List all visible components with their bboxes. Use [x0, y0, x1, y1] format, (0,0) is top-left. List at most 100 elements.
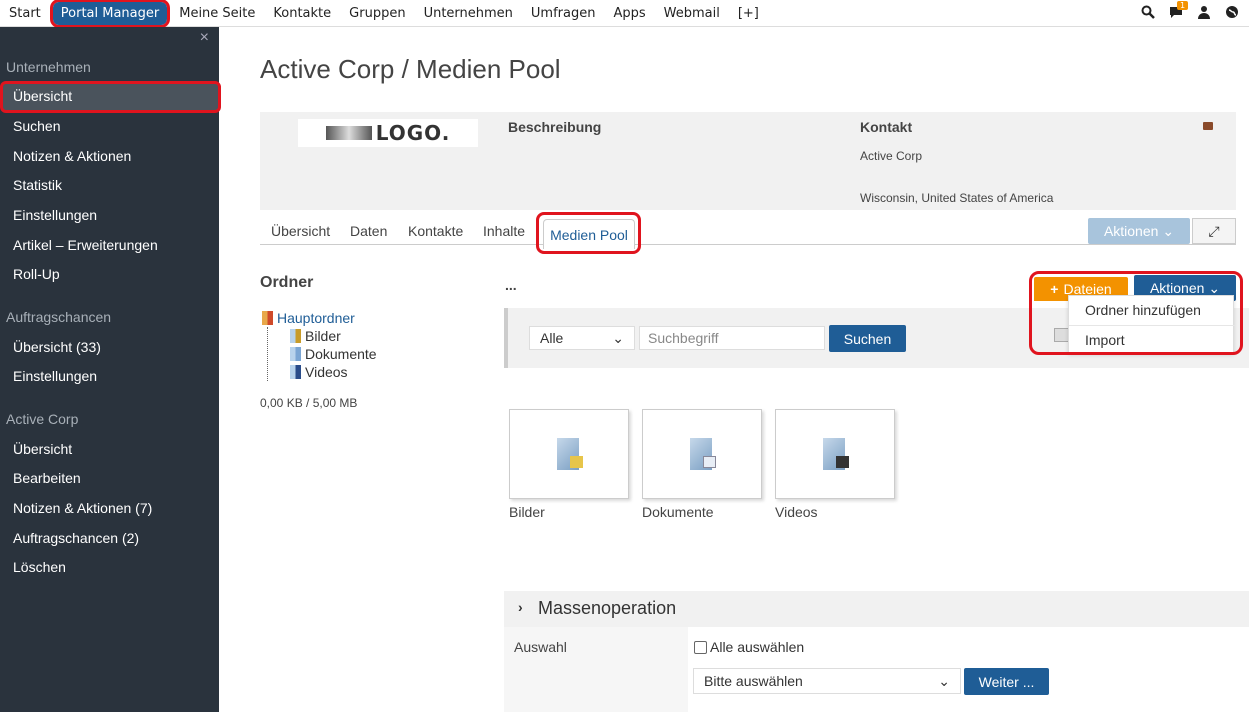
sidebar-item-loeschen[interactable]: Löschen: [13, 559, 66, 575]
select-all-row[interactable]: Alle auswählen: [694, 639, 804, 655]
sidebar: × Unternehmen Übersicht Suchen Notizen &…: [0, 27, 221, 712]
sidebar-item-rollup[interactable]: Roll-Up: [13, 266, 60, 282]
top-icons: 1: [1141, 1, 1239, 19]
nav-gruppen[interactable]: Gruppen: [340, 6, 414, 21]
tree-item-videos-label: Videos: [305, 364, 348, 380]
chevron-down-icon: ⌄: [612, 330, 624, 346]
tab-medien-pool[interactable]: Medien Pool: [543, 219, 635, 249]
tree-root[interactable]: Hauptordner: [262, 309, 377, 327]
aktionen-button-disabled[interactable]: Aktionen ⌄: [1088, 218, 1190, 244]
globe-icon[interactable]: [1225, 5, 1239, 19]
bulk-action-select-value: Bitte auswählen: [704, 673, 803, 689]
tab-inhalte[interactable]: Inhalte: [483, 223, 525, 239]
beschreibung-label: Beschreibung: [508, 119, 602, 135]
tree-item-videos[interactable]: Videos: [290, 363, 377, 381]
sidebar-item-auftrag-uebersicht[interactable]: Übersicht (33): [13, 339, 101, 355]
image-overlay-icon: [570, 456, 583, 468]
tree-item-dokumente-label: Dokumente: [305, 346, 377, 362]
nav-kontakte[interactable]: Kontakte: [264, 6, 340, 21]
nav-start[interactable]: Start: [0, 6, 50, 21]
auswahl-label: Auswahl: [514, 639, 567, 655]
folder-tree: Hauptordner Bilder Dokumente Videos: [262, 309, 377, 381]
sidebar-heading-auftragschancen: Auftragschancen: [6, 309, 112, 325]
folder-videos-icon: [290, 365, 301, 379]
close-icon[interactable]: ×: [200, 29, 209, 47]
filter-select[interactable]: Alle ⌄: [529, 326, 635, 350]
top-navigation: Start Portal Manager Meine Seite Kontakt…: [0, 0, 1249, 28]
page-title: Active Corp / Medien Pool: [260, 54, 561, 84]
sidebar-item-corp-notizen[interactable]: Notizen & Aktionen (7): [13, 500, 152, 516]
sidebar-heading-unternehmen: Unternehmen: [6, 59, 91, 75]
chevron-down-icon: ⌄: [1162, 222, 1175, 239]
filter-select-value: Alle: [540, 330, 564, 346]
nav-webmail[interactable]: Webmail: [655, 6, 729, 21]
search-input[interactable]: Suchbegriff: [639, 326, 825, 350]
ordner-heading: Ordner: [260, 274, 314, 291]
select-all-label: Alle auswählen: [710, 639, 805, 655]
nav-apps[interactable]: Apps: [604, 6, 654, 21]
search-button[interactable]: Suchen: [829, 325, 906, 352]
tree-children: Bilder Dokumente Videos: [267, 327, 377, 381]
chevron-down-icon: ⌄: [938, 673, 950, 689]
folder-root-icon: [262, 311, 273, 325]
tab-uebersicht[interactable]: Übersicht: [271, 223, 330, 239]
sidebar-item-einstellungen[interactable]: Einstellungen: [13, 207, 97, 223]
sidebar-heading-active-corp: Active Corp: [6, 411, 79, 427]
tab-medien-pool-highlight: Medien Pool: [536, 212, 641, 254]
card-label-bilder: Bilder: [509, 504, 545, 520]
select-all-checkbox[interactable]: [694, 640, 707, 654]
bulk-action-select[interactable]: Bitte auswählen ⌄: [693, 668, 961, 694]
tree-root-link[interactable]: Hauptordner: [277, 310, 355, 326]
notification-badge: 1: [1177, 1, 1189, 10]
tree-item-dokumente[interactable]: Dokumente: [290, 345, 377, 363]
nav-meine-seite[interactable]: Meine Seite: [170, 6, 264, 21]
folder-card-bilder[interactable]: [509, 409, 629, 499]
card-label-videos: Videos: [775, 504, 818, 520]
company-info-box: LOGO. Beschreibung Kontakt Active Corp W…: [260, 112, 1236, 210]
folder-card-dokumente[interactable]: [642, 409, 762, 499]
tree-item-bilder[interactable]: Bilder: [290, 327, 377, 345]
tab-daten[interactable]: Daten: [350, 223, 387, 239]
sidebar-item-auftrag-einstellungen[interactable]: Einstellungen: [13, 368, 97, 384]
search-icon[interactable]: [1141, 5, 1155, 19]
sidebar-item-bearbeiten[interactable]: Bearbeiten: [13, 470, 81, 486]
weiter-button[interactable]: Weiter ...: [964, 668, 1049, 695]
sidebar-item-notizen[interactable]: Notizen & Aktionen: [13, 148, 131, 164]
sidebar-item-uebersicht[interactable]: Übersicht: [13, 88, 72, 104]
massenoperation-title: Massenoperation: [538, 598, 677, 618]
expand-icon[interactable]: ⤢: [1192, 218, 1236, 244]
top-nav-items: Start Portal Manager Meine Seite Kontakt…: [0, 0, 768, 28]
nav-portal-manager[interactable]: Portal Manager: [49, 0, 171, 28]
kontakt-location: Wisconsin, United States of America: [860, 191, 1054, 205]
kontakt-name: Active Corp: [860, 149, 923, 163]
auswahl-cell: Auswahl: [504, 627, 688, 712]
folder-documents-icon: [290, 347, 301, 361]
folder-card-videos[interactable]: [775, 409, 895, 499]
tab-kontakte[interactable]: Kontakte: [408, 223, 463, 239]
massenoperation-header[interactable]: › Massenoperation: [504, 591, 1249, 627]
chevron-right-icon: ›: [518, 599, 523, 615]
breadcrumb-dots: ...: [505, 277, 517, 293]
sidebar-item-suchen[interactable]: Suchen: [13, 118, 60, 134]
video-overlay-icon: [836, 456, 849, 468]
aktionen-disabled-label: Aktionen: [1103, 223, 1159, 239]
nav-unternehmen[interactable]: Unternehmen: [415, 6, 522, 21]
company-logo: LOGO.: [298, 119, 478, 147]
tree-item-bilder-label: Bilder: [305, 328, 341, 344]
folder-images-icon: [290, 329, 301, 343]
chat-icon[interactable]: 1: [1169, 1, 1189, 19]
briefcase-icon[interactable]: [1203, 122, 1213, 130]
nav-umfragen[interactable]: Umfragen: [522, 6, 605, 21]
sidebar-item-statistik[interactable]: Statistik: [13, 177, 62, 193]
main-content: Active Corp / Medien Pool LOGO. Beschrei…: [219, 27, 1249, 712]
toolbar-highlight: [1029, 271, 1243, 355]
sidebar-item-artikel[interactable]: Artikel – Erweiterungen: [13, 237, 158, 253]
nav-add[interactable]: [+]: [729, 6, 768, 21]
sidebar-item-corp-uebersicht[interactable]: Übersicht: [13, 441, 72, 457]
kontakt-label: Kontakt: [860, 119, 913, 135]
storage-quota: 0,00 KB / 5,00 MB: [260, 396, 358, 410]
user-icon[interactable]: [1197, 5, 1211, 19]
sidebar-item-corp-auftragschancen[interactable]: Auftragschancen (2): [13, 530, 139, 546]
logo-mark: [325, 126, 372, 140]
card-label-dokumente: Dokumente: [642, 504, 714, 520]
